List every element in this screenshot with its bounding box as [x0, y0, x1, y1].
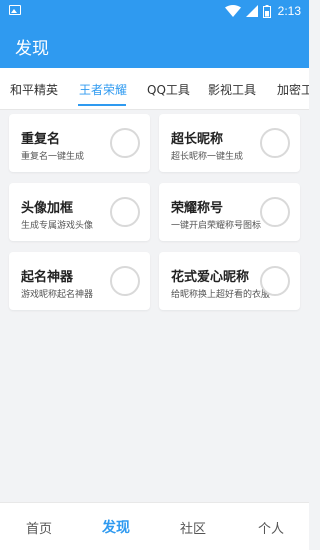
bottom-navigation: 首页 发现 社区 个人	[0, 502, 309, 550]
tab-heping[interactable]: 和平精英	[10, 81, 58, 98]
card-description: 一键开启荣耀称号图标	[171, 221, 262, 231]
card-title: 花式爱心昵称	[171, 270, 250, 285]
circle-icon	[110, 266, 140, 296]
card-description: 重复名一键生成	[21, 152, 85, 162]
card-description: 生成专属游戏头像	[21, 221, 94, 231]
card-title: 头像加框	[21, 201, 74, 216]
nav-profile[interactable]: 个人	[258, 518, 284, 537]
card-title: 起名神器	[21, 270, 74, 285]
tool-grid: 重复名 重复名一键生成 超长昵称 超长昵称一键生成 头像加框 生成专属游戏头像 …	[0, 110, 309, 502]
circle-icon	[110, 197, 140, 227]
signal-icon	[245, 5, 258, 17]
circle-icon	[110, 128, 140, 158]
image-icon	[9, 5, 21, 15]
card-avatar-frame[interactable]: 头像加框 生成专属游戏头像	[9, 183, 150, 241]
nav-community[interactable]: 社区	[180, 518, 206, 537]
status-time: 2:13	[277, 4, 301, 18]
tab-qq-tools[interactable]: QQ工具	[147, 81, 190, 98]
card-name-generator[interactable]: 起名神器 游戏昵称起名神器	[9, 252, 150, 310]
battery-icon	[262, 4, 271, 18]
status-icons: 2:13	[224, 3, 301, 19]
card-repeat-name[interactable]: 重复名 重复名一键生成	[9, 114, 150, 172]
nav-home[interactable]: 首页	[26, 518, 52, 537]
active-tab-indicator	[78, 104, 126, 106]
nav-discover[interactable]: 发现	[102, 517, 130, 537]
card-honor-title[interactable]: 荣耀称号 一键开启荣耀称号图标	[159, 183, 300, 241]
wifi-icon	[224, 5, 241, 17]
card-description: 超长昵称一键生成	[171, 152, 244, 162]
tab-video-tools[interactable]: 影视工具	[208, 81, 256, 98]
card-title: 超长昵称	[171, 132, 224, 147]
circle-icon	[260, 197, 290, 227]
category-tabs: 和平精英 王者荣耀 QQ工具 影视工具 加密工	[0, 68, 309, 110]
circle-icon	[260, 128, 290, 158]
app-bar: 发现	[0, 22, 309, 68]
card-heart-nickname[interactable]: 花式爱心昵称 给昵称换上超好看的衣服	[159, 252, 300, 310]
card-title: 荣耀称号	[171, 201, 224, 216]
card-description: 给昵称换上超好看的衣服	[171, 290, 271, 300]
card-title: 重复名	[21, 132, 61, 147]
tab-wangzhe[interactable]: 王者荣耀	[79, 81, 127, 98]
circle-icon	[260, 266, 290, 296]
card-long-nickname[interactable]: 超长昵称 超长昵称一键生成	[159, 114, 300, 172]
page-title: 发现	[15, 39, 49, 59]
card-description: 游戏昵称起名神器	[21, 290, 94, 300]
status-bar: 2:13	[0, 0, 309, 22]
tab-encrypt-tools[interactable]: 加密工	[277, 81, 309, 98]
